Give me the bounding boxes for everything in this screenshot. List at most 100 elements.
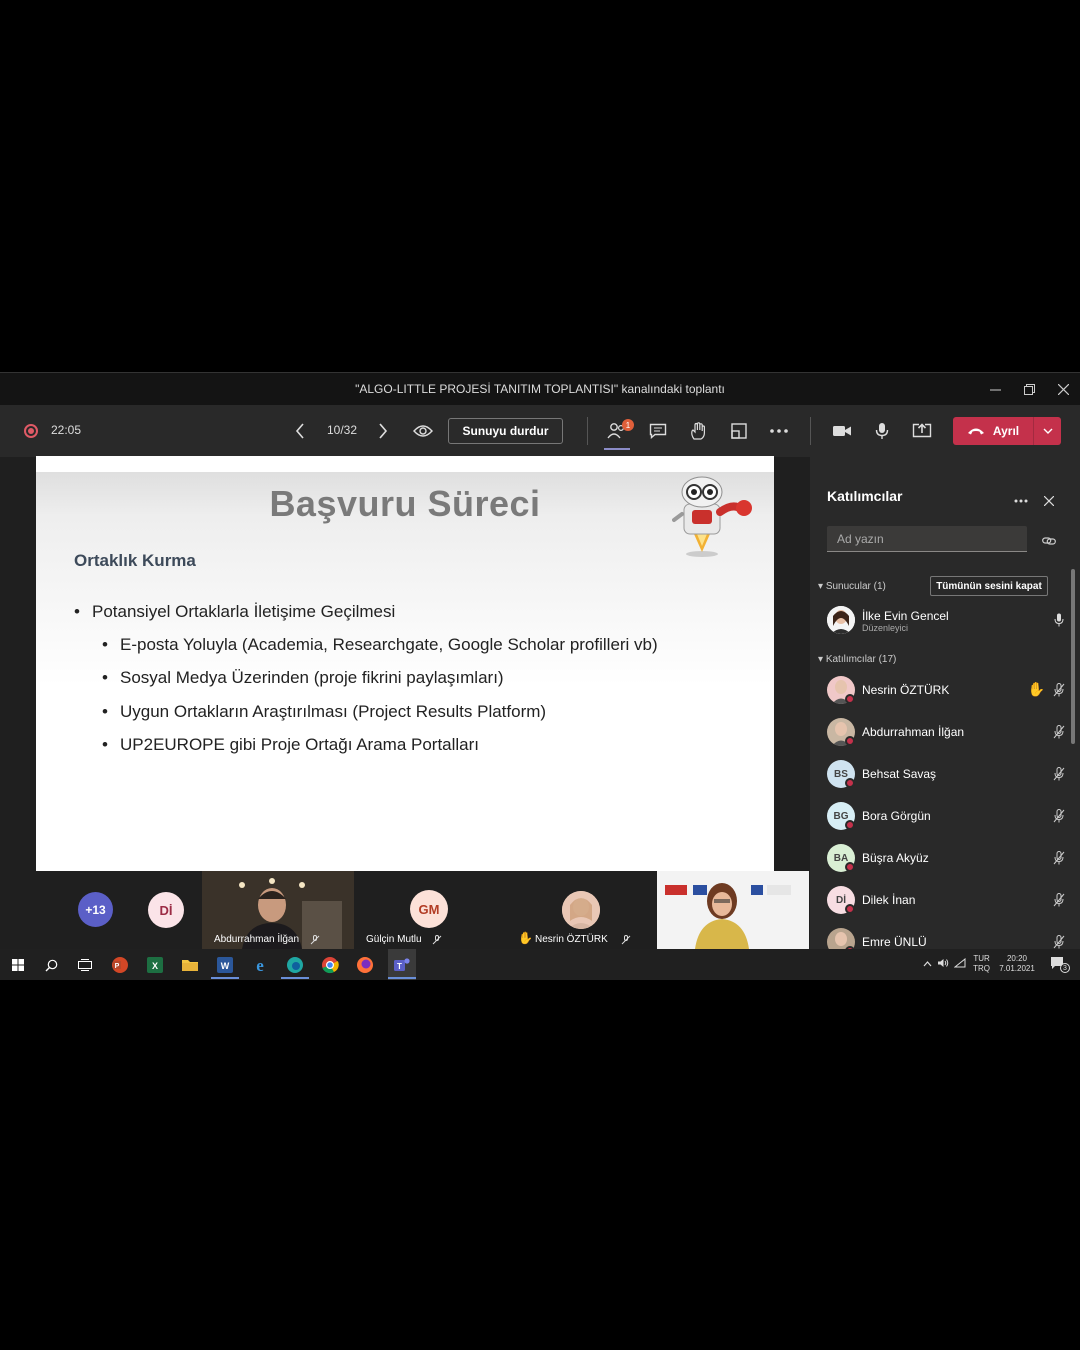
- participant-mic-status[interactable]: [1051, 850, 1067, 866]
- camera-icon: [833, 426, 851, 436]
- teams-app[interactable]: T: [388, 949, 416, 980]
- more-actions-button[interactable]: [767, 419, 791, 443]
- panel-more-button[interactable]: [1014, 490, 1028, 508]
- chevron-left-icon: [295, 423, 304, 439]
- toolbar-divider: [810, 417, 811, 445]
- mic-off-icon: [1053, 935, 1065, 949]
- presenter-row[interactable]: İlke Evin Gencel Düzenleyici: [827, 602, 1067, 638]
- slide-sub-bullet: • UP2EUROPE gibi Proje Ortağı Arama Porta…: [102, 735, 479, 755]
- minimize-button[interactable]: [978, 373, 1012, 406]
- leave-meeting-button[interactable]: Ayrıl: [953, 417, 1061, 445]
- share-invite-button[interactable]: [1042, 533, 1056, 551]
- previous-slide-button[interactable]: [288, 419, 312, 443]
- participant-row[interactable]: Emre ÜNLÜ: [827, 924, 1067, 949]
- more-icon: [1014, 499, 1028, 503]
- participant-tile-nesrin[interactable]: [562, 891, 600, 929]
- share-button[interactable]: [910, 419, 934, 443]
- participant-row[interactable]: BA Büşra Akyüz: [827, 840, 1067, 876]
- close-panel-button[interactable]: [1043, 493, 1055, 511]
- participant-name: Abdurrahman İlğan: [862, 725, 965, 739]
- volume-button[interactable]: [937, 958, 949, 970]
- camera-button[interactable]: [830, 419, 854, 443]
- stop-presenting-button[interactable]: Sunuyu durdur: [448, 418, 563, 444]
- mic-off-icon: [1053, 683, 1065, 697]
- next-slide-button[interactable]: [371, 419, 395, 443]
- leave-button-main[interactable]: Ayrıl: [953, 417, 1033, 445]
- participant-mic-status[interactable]: [1051, 766, 1067, 782]
- participant-mic-status[interactable]: [1051, 892, 1067, 908]
- chrome-app[interactable]: [318, 953, 342, 977]
- participant-row[interactable]: BS Behsat Savaş: [827, 756, 1067, 792]
- volume-icon: [938, 959, 949, 967]
- participant-mic-status[interactable]: [1051, 724, 1067, 740]
- windows-logo-icon: [12, 959, 24, 971]
- firefox-icon: [357, 957, 373, 973]
- participant-name: Dilek İnan: [862, 893, 916, 907]
- participant-tile-di[interactable]: Dİ: [148, 892, 184, 928]
- search-button[interactable]: [39, 953, 63, 977]
- video-tile-name: Abdurrahman İlğan: [214, 934, 300, 945]
- slide-title: Başvuru Süreci: [269, 483, 541, 524]
- participant-row[interactable]: Nesrin ÖZTÜRK ✋: [827, 672, 1067, 708]
- running-indicator: [388, 977, 416, 979]
- mic-off-icon: [621, 935, 631, 945]
- edge-app[interactable]: [283, 953, 307, 977]
- leave-label: Ayrıl: [992, 424, 1020, 438]
- firefox-app[interactable]: [353, 953, 377, 977]
- file-explorer-app[interactable]: [178, 953, 202, 977]
- powerpoint-app[interactable]: P: [108, 953, 132, 977]
- participant-mic-status[interactable]: [1051, 808, 1067, 824]
- close-window-button[interactable]: [1046, 373, 1080, 406]
- participant-row[interactable]: Abdurrahman İlğan: [827, 714, 1067, 750]
- task-view-button[interactable]: [73, 953, 97, 977]
- eye-icon: [413, 425, 433, 437]
- participants-badge: 1: [622, 419, 634, 431]
- participant-row[interactable]: BG Bora Görgün: [827, 798, 1067, 834]
- restore-button[interactable]: [1012, 373, 1046, 406]
- participant-name: Behsat Savaş: [862, 767, 937, 781]
- participant-mic-status[interactable]: [1051, 682, 1067, 698]
- avatar-initials: BA: [833, 852, 849, 864]
- participant-row[interactable]: Dİ Dilek İnan: [827, 882, 1067, 918]
- network-button[interactable]: [953, 957, 966, 970]
- slide-top-border: [36, 456, 774, 472]
- word-icon: W: [217, 957, 233, 973]
- participant-search-input[interactable]: Ad yazın: [827, 526, 1027, 552]
- internet-explorer-app[interactable]: e: [248, 953, 272, 977]
- word-app[interactable]: W: [213, 953, 237, 977]
- participant-tile-gm[interactable]: GM: [410, 890, 448, 928]
- video-tile-presenter[interactable]: [657, 871, 809, 949]
- input-language-button[interactable]: TUR TRQ: [973, 954, 990, 974]
- bullet-text: UP2EUROPE gibi Proje Ortağı Arama Portal…: [120, 735, 480, 754]
- edge-icon: [287, 957, 303, 973]
- section-label: Sunucular (1): [825, 581, 886, 592]
- mute-all-button[interactable]: Tümünün sesini kapat: [930, 576, 1048, 596]
- show-hidden-icons-button[interactable]: [923, 959, 932, 969]
- microphone-button[interactable]: [870, 419, 894, 443]
- language-code: TUR: [973, 954, 990, 963]
- avatar: [827, 606, 855, 634]
- more-participants-button[interactable]: +13: [78, 892, 113, 927]
- chevron-down-icon: ▾: [818, 654, 826, 665]
- internet-explorer-icon: e: [256, 956, 264, 974]
- leave-options-button[interactable]: [1034, 417, 1061, 445]
- svg-text:e: e: [256, 956, 264, 974]
- clock-button[interactable]: 20:20 7.01.2021: [997, 954, 1037, 974]
- video-tile-name: Nesrin ÖZTÜRK: [535, 934, 608, 945]
- bullet-dot: •: [102, 668, 108, 687]
- show-chat-button[interactable]: [646, 419, 670, 443]
- panel-scrollbar[interactable]: [1071, 569, 1075, 744]
- bullet-text: Potansiyel Ortaklarla İletişime Geçilmes…: [92, 602, 396, 621]
- rooms-button[interactable]: [727, 419, 751, 443]
- restore-icon: [1023, 384, 1035, 395]
- excel-app[interactable]: X: [143, 953, 167, 977]
- participant-mic-status: [1051, 612, 1067, 628]
- attendees-section-toggle[interactable]: ▾ Katılımcılar (17): [818, 654, 896, 665]
- private-view-button[interactable]: [411, 419, 435, 443]
- window-title: "ALGO-LITTLE PROJESİ TANITIM TOPLANTISI"…: [355, 382, 725, 396]
- presenters-section-toggle[interactable]: ▾ Sunucular (1): [818, 581, 886, 592]
- raise-hand-button[interactable]: [686, 419, 710, 443]
- video-tile-abdurrahman[interactable]: Abdurrahman İlğan: [202, 871, 354, 949]
- participant-mic-status[interactable]: [1051, 934, 1067, 949]
- start-button[interactable]: [6, 953, 30, 977]
